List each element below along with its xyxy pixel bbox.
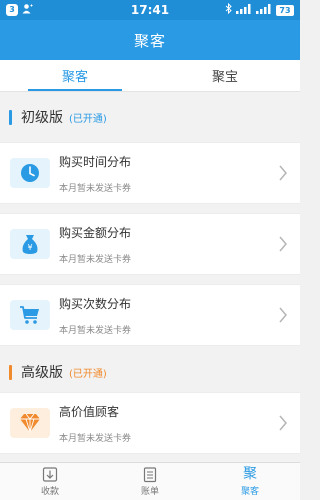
section-accent-bar <box>9 109 12 125</box>
status-bar: 3 17:41 73 <box>0 0 300 20</box>
card-subtitle: 本月暂未发送卡券 <box>59 254 132 265</box>
chevron-right-icon <box>279 165 287 181</box>
page-title: 聚客 <box>133 31 166 50</box>
nav-label: 账单 <box>140 487 159 497</box>
card-title: 购买时间分布 <box>59 154 132 169</box>
collect-icon <box>42 467 58 482</box>
bluetooth-icon <box>225 2 232 17</box>
section-header-basic: 初级版 (已开通) <box>0 92 300 142</box>
tab-label: 聚客 <box>61 70 88 85</box>
nav-item-bill[interactable]: 账单 <box>100 463 200 500</box>
clock-icon <box>10 158 50 188</box>
bill-icon <box>143 467 157 483</box>
card-title: 购买金额分布 <box>59 225 132 240</box>
card-title: 购买次数分布 <box>59 296 132 311</box>
card-text: 购买时间分布 本月暂未发送卡券 <box>59 153 300 194</box>
battery-indicator: 73 <box>276 4 294 16</box>
section-status: (已开通) <box>69 113 107 125</box>
tab-label: 聚宝 <box>211 70 238 85</box>
card-subtitle: 本月暂未发送卡券 <box>59 433 132 444</box>
section-accent-bar <box>9 364 12 380</box>
chevron-right-icon <box>279 415 287 431</box>
bottom-navigation: 收款 账单 聚 聚客 <box>0 462 300 500</box>
chevron-right-icon <box>279 307 287 323</box>
cart-icon <box>10 300 50 330</box>
nav-label: 聚客 <box>240 487 259 497</box>
status-bar-left: 3 <box>6 3 33 17</box>
money-bag-icon: ¥ <box>10 229 50 259</box>
list-item-high-value-customers[interactable]: 高价值顾客 本月暂未发送卡券 <box>0 392 300 454</box>
section-header-advanced: 高级版 (已开通) <box>0 352 300 392</box>
notification-count-badge: 3 <box>6 4 18 16</box>
section-status: (已开通) <box>69 368 107 380</box>
card-title: 高价值顾客 <box>59 404 120 419</box>
chevron-right-icon <box>279 236 287 252</box>
nav-item-collect[interactable]: 收款 <box>0 463 100 500</box>
svg-text:¥: ¥ <box>27 243 32 252</box>
app-header: 聚客 <box>0 20 300 60</box>
card-subtitle: 本月暂未发送卡券 <box>59 183 132 194</box>
signal-icon <box>236 3 252 17</box>
juke-icon: 聚 <box>243 466 257 482</box>
nav-label: 收款 <box>40 487 59 497</box>
nav-item-juke[interactable]: 聚 聚客 <box>200 463 300 500</box>
main-content[interactable]: 初级版 (已开通) 购买时间分布 本月暂未发送卡券 ¥ 购买金额分布 本月暂未发… <box>0 92 300 462</box>
list-item-purchase-amount[interactable]: ¥ 购买金额分布 本月暂未发送卡券 <box>0 213 300 275</box>
status-bar-right: 73 <box>225 2 294 17</box>
card-text: 购买金额分布 本月暂未发送卡券 <box>59 224 300 265</box>
signal-icon-2 <box>256 3 272 17</box>
section-title: 高级版 <box>21 365 63 381</box>
tab-bar: 聚客 聚宝 <box>0 60 300 92</box>
diamond-icon <box>10 408 50 438</box>
card-text: 购买次数分布 本月暂未发送卡券 <box>59 295 300 336</box>
card-text: 高价值顾客 本月暂未发送卡券 <box>59 403 300 444</box>
card-subtitle: 本月暂未发送卡券 <box>59 325 132 336</box>
tab-juke[interactable]: 聚客 <box>0 60 150 91</box>
person-icon <box>22 3 33 17</box>
list-item-purchase-time[interactable]: 购买时间分布 本月暂未发送卡券 <box>0 142 300 204</box>
list-item-purchase-count[interactable]: 购买次数分布 本月暂未发送卡券 <box>0 284 300 346</box>
section-title: 初级版 <box>21 110 63 126</box>
tab-jubao[interactable]: 聚宝 <box>150 60 300 91</box>
